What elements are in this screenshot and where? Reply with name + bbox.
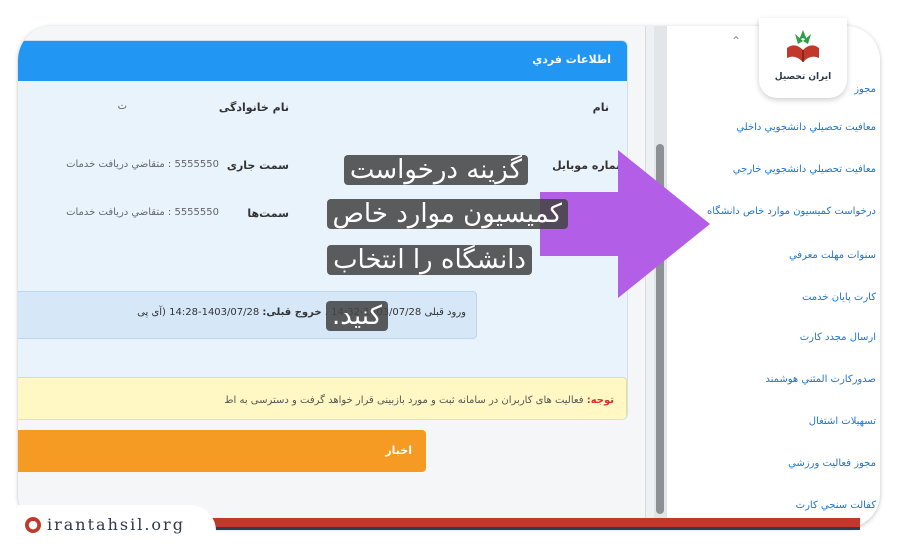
- sidebar-item-domestic-exemption[interactable]: معافيت تحصيلي دانشجويي داخلي: [736, 122, 876, 133]
- brand-logo: ایران تحصیل: [759, 18, 847, 98]
- notice-text: توجه: فعاليت هاى كاربران در سامانه ثبت و…: [224, 395, 614, 406]
- watermark-text: irantahsil.org: [47, 515, 185, 534]
- login-history-box: ورود قبلی 1403/07/28-14:32 ، خروج قبلی: …: [18, 291, 477, 339]
- prev-login-label: ورود قبلی: [424, 307, 466, 318]
- globe-icon: ●: [25, 517, 41, 533]
- news-bar[interactable]: اخبار: [18, 430, 426, 472]
- card-body: نام نام خانوادگی ت شماره موبايل سمت جاری…: [18, 81, 627, 419]
- news-label: اخبار: [385, 444, 412, 457]
- callout-line-3: دانشگاه را انتخاب: [327, 240, 532, 280]
- info-row-mobile: شماره موبايل سمت جاری 5555550 : متقاضي د…: [18, 159, 627, 183]
- sidebar-item-deadline-years[interactable]: سنوات مهلت معرفي: [789, 250, 876, 261]
- card-header: اطلاعات فردي: [18, 41, 627, 81]
- footer-accent-line: [210, 518, 860, 527]
- sidebar-item-duplicate-card[interactable]: صدوركارت المثني هوشمند: [765, 374, 876, 385]
- sidebar-item-employment-facilities[interactable]: تسهيلات اشتغال: [809, 416, 876, 427]
- logo-text: ایران تحصیل: [774, 72, 832, 82]
- chevron-up-icon[interactable]: ⌃: [731, 34, 741, 48]
- notice-label: توجه:: [586, 395, 614, 406]
- current-role-value: 5555550 : متقاضي دريافت خدمات: [66, 159, 219, 170]
- info-row-name: نام نام خانوادگی ت: [18, 101, 627, 125]
- prev-logout-value: 1403/07/28-14:28 (آی پی: [137, 307, 260, 318]
- last-name-value: ت: [117, 101, 127, 112]
- sidebar-item-foreign-exemption[interactable]: معافيت تحصيلي دانشجويي خارجي: [733, 164, 876, 175]
- sidebar-item-service-card[interactable]: كارت پايان خدمت: [802, 292, 876, 303]
- site-watermark: ● irantahsil.org: [17, 505, 216, 545]
- current-role-label: سمت جاری: [226, 159, 289, 172]
- login-history-text: ورود قبلی 1403/07/28-14:32 ، خروج قبلی: …: [137, 307, 466, 318]
- first-name-label: نام: [592, 101, 609, 114]
- sidebar-item-permit[interactable]: مجوز: [854, 84, 876, 95]
- callout-line-1: گزینه درخواست: [343, 150, 528, 190]
- callout-line-2: کمیسیون موارد خاص: [326, 194, 568, 234]
- roles-value: 5555550 : متقاضي دريافت خدمات: [66, 207, 219, 218]
- sidebar-item-guarantee-card[interactable]: كفالت سنجي كارت: [796, 500, 876, 511]
- footer-dark-line: [210, 527, 860, 530]
- callout-line-4: کنید.: [326, 296, 388, 336]
- sidebar-item-special-commission[interactable]: درخواست كميسيون موارد خاص دانشگاه: [707, 206, 876, 217]
- notice-body: فعاليت هاى كاربران در سامانه ثبت و مورد …: [224, 395, 584, 406]
- notice-box: توجه: فعاليت هاى كاربران در سامانه ثبت و…: [18, 377, 627, 419]
- book-logo-icon: [787, 30, 819, 62]
- roles-label: سمت‌ها: [247, 207, 289, 220]
- sidebar-item-resend-card[interactable]: ارسال مجدد كارت: [800, 332, 876, 343]
- prev-logout-label: خروج قبلی:: [262, 307, 322, 318]
- sidebar-item-sports-permit[interactable]: مجوز فعاليت ورزشي: [788, 458, 876, 469]
- card-title: اطلاعات فردي: [532, 53, 611, 66]
- last-name-label: نام خانوادگی: [218, 101, 289, 114]
